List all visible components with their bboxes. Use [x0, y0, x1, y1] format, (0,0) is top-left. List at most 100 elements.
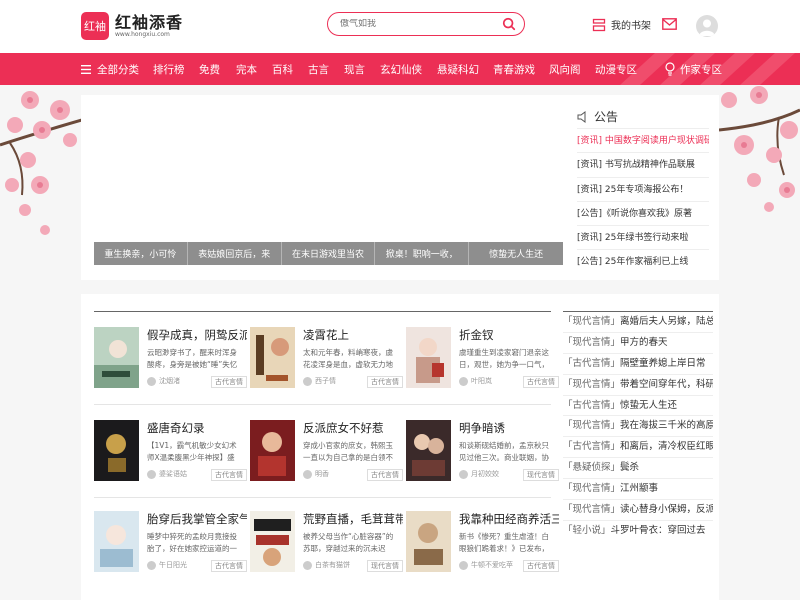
notice-item[interactable]: [资讯] 25年专项海报公布！	[577, 178, 709, 202]
book-genre-tag[interactable]: 古代言情	[523, 560, 559, 572]
rank-item[interactable]: 「现代言情」江州颛事	[563, 479, 713, 501]
book-cover[interactable]	[406, 327, 451, 388]
book-title[interactable]: 凌霄花上	[303, 327, 403, 343]
book-author[interactable]: 午日阳光	[159, 560, 187, 571]
book-cover[interactable]	[250, 511, 295, 572]
site-logo[interactable]: 红袖 红袖添香 www.hongxiu.com	[81, 12, 183, 40]
rank-item[interactable]: 「轻小说」斗罗叶骨衣：穿回过去	[563, 521, 713, 542]
notice-item[interactable]: [资讯] 书写抗战精神作品联展	[577, 153, 709, 178]
mail-icon[interactable]	[662, 18, 677, 30]
book-genre-tag[interactable]: 古代言情	[523, 376, 559, 388]
book-genre-tag[interactable]: 古代言情	[211, 560, 247, 572]
notice-panel: 公告 [资讯] 中国数字阅读用户现状调研 [资讯] 书写抗战精神作品联展 [资讯…	[577, 105, 709, 275]
book-desc: 【1V1，霸气机敏少女幻术师X温柔腹黑少年神探】盛	[147, 441, 237, 462]
book-cover[interactable]	[406, 511, 451, 572]
book-genre-tag[interactable]: 古代言情	[211, 376, 247, 388]
book-genre-tag[interactable]: 古代言情	[367, 376, 403, 388]
book-title[interactable]: 盛唐奇幻录	[147, 420, 247, 436]
book-cover[interactable]	[94, 420, 139, 481]
book-card[interactable]: 我靠种田经商养活三 新书《惨死？重生虐渣！白眼狼们跪着求！》已发布， 牛顿不爱吃…	[406, 511, 559, 591]
book-card[interactable]: 荒野直播，毛茸茸带 被养父母当作“心脏容器”的苏耶，穿越过来的沉未迟 白茶有猫饼…	[250, 511, 403, 591]
notice-item[interactable]: [公告]《听说你喜欢我》原著	[577, 202, 709, 227]
book-title[interactable]: 胎穿后我掌管全家气	[147, 511, 247, 527]
book-author[interactable]: 牛顿不爱吃苹	[471, 560, 513, 571]
rank-item[interactable]: 「古代言情」惊蛰无人生还	[563, 396, 713, 417]
book-author[interactable]: 婆娑语姑	[159, 469, 187, 480]
rank-item[interactable]: 「现代言情」甲方的春天	[563, 333, 713, 354]
nav-free[interactable]: 免费	[199, 62, 236, 77]
rank-item[interactable]: 「现代言情」离婚后夫人另嫁，陆总	[563, 312, 713, 333]
book-card[interactable]: 折金钗 虞瑾重生到凌家窘门退亲这日，观世，她为争一口气， 叶阳岚 古代言情	[406, 327, 559, 407]
slide-title[interactable]: 在末日游戏里当农	[281, 242, 376, 265]
book-cover[interactable]	[94, 327, 139, 388]
book-title[interactable]: 我靠种田经商养活三	[459, 511, 559, 527]
book-author[interactable]: 月初姣姣	[471, 469, 499, 480]
book-desc: 和谈斯砚结婚前，孟京秋只见过他三次。商业联姻，协	[459, 441, 549, 462]
nav-modern-romance[interactable]: 现言	[344, 62, 380, 77]
book-author[interactable]: 沈烟渚	[159, 376, 180, 387]
rank-item[interactable]: 「古代言情」隔壁童养媳上岸日常	[563, 354, 713, 375]
book-author[interactable]: 西子情	[315, 376, 336, 387]
book-card[interactable]: 盛唐奇幻录 【1V1，霸气机敏少女幻术师X温柔腹黑少年神探】盛 婆娑语姑 古代言…	[94, 420, 247, 500]
slide-title[interactable]: 表姑娘回京后，来	[187, 242, 282, 265]
notice-item[interactable]: [资讯] 中国数字阅读用户现状调研	[577, 129, 709, 154]
rank-item[interactable]: 「现代言情」读心替身小保姆，反派	[563, 500, 713, 521]
nav-wiki[interactable]: 百科	[272, 62, 308, 77]
book-title[interactable]: 明争暗诱	[459, 420, 559, 436]
author-icon	[147, 470, 156, 479]
header: 红袖 红袖添香 www.hongxiu.com 我的书架	[0, 0, 800, 53]
book-cover[interactable]	[250, 327, 295, 388]
book-title[interactable]: 反派庶女不好惹	[303, 420, 403, 436]
author-icon	[147, 377, 156, 386]
book-title[interactable]: 折金钗	[459, 327, 559, 343]
book-card[interactable]: 假孕成真，阴鸷反派 云昭渺穿书了，醒来时浑身酸疼，身旁是被她“睡”失忆 沈烟渚 …	[94, 327, 247, 407]
author-zone-link[interactable]: 作家专区	[664, 53, 722, 85]
book-card[interactable]: 反派庶女不好惹 穿成小官家的庶女，韩熙玉一直以为自己拿的是白领不 明香 古代言情	[250, 420, 403, 500]
author-icon	[147, 561, 156, 570]
user-icon	[699, 19, 715, 36]
nav-fengxiang[interactable]: 风向阁	[549, 62, 595, 77]
nav-mystery-scifi[interactable]: 悬疑科幻	[437, 62, 493, 77]
rank-item[interactable]: 「悬疑侦探」鬓杀	[563, 458, 713, 480]
nav-rankings[interactable]: 排行榜	[153, 62, 199, 77]
rank-item[interactable]: 「现代言情」我在海拔三千米的高原	[563, 416, 713, 438]
book-author[interactable]: 叶阳岚	[471, 376, 492, 387]
book-genre-tag[interactable]: 古代言情	[367, 469, 403, 481]
rank-item[interactable]: 「古代言情」和离后，清冷权臣红眼	[563, 437, 713, 459]
notice-item[interactable]: [资讯] 25年绿书签行动来啦	[577, 226, 709, 251]
notice-item[interactable]: [公告] 25年作家福利已上线	[577, 250, 709, 274]
book-desc: 新书《惨死？重生虐渣！白眼狼们跪着求！》已发布，	[459, 532, 549, 553]
book-title[interactable]: 假孕成真，阴鸷反派	[147, 327, 247, 343]
search-icon[interactable]	[502, 17, 516, 31]
book-genre-tag[interactable]: 现代言情	[367, 560, 403, 572]
ranking-list: 「现代言情」离婚后夫人另嫁，陆总 「现代言情」甲方的春天 「古代言情」隔壁童养媳…	[563, 311, 713, 542]
nav-anime[interactable]: 动漫专区	[595, 62, 651, 77]
slide-title[interactable]: 重生换亲，小可怜	[94, 242, 188, 265]
slide-title[interactable]: 掀桌！职响一收，	[375, 242, 470, 265]
main-nav: 全部分类 排行榜 免费 完本 百科 古言 现言 玄幻仙侠 悬疑科幻 青春游戏 风…	[0, 53, 800, 85]
book-author[interactable]: 白茶有猫饼	[315, 560, 350, 571]
search-input[interactable]	[340, 19, 500, 29]
book-genre-tag[interactable]: 古代言情	[211, 469, 247, 481]
bookshelf-icon	[592, 18, 606, 31]
nav-all-categories[interactable]: 全部分类	[81, 62, 153, 77]
slide-title[interactable]: 惊蛰无人生还	[469, 242, 563, 265]
book-cover[interactable]	[250, 420, 295, 481]
bookshelf-link[interactable]: 我的书架	[592, 17, 651, 32]
book-cover[interactable]	[406, 420, 451, 481]
nav-ancient-romance[interactable]: 古言	[308, 62, 344, 77]
rank-item[interactable]: 「现代言情」带着空间穿年代，科研	[563, 375, 713, 396]
nav-fantasy[interactable]: 玄幻仙侠	[380, 62, 437, 77]
nav-completed[interactable]: 完本	[236, 62, 272, 77]
book-card[interactable]: 凌霄花上 太和元年春，料峭寒夜，虞花凌浑身是血，虚软无力地 西子情 古代言情	[250, 327, 403, 407]
book-cover[interactable]	[94, 511, 139, 572]
book-desc: 云昭渺穿书了，醒来时浑身酸疼，身旁是被她“睡”失忆	[147, 348, 238, 369]
banner-carousel[interactable]: 重生换亲，小可怜 表姑娘回京后，来 在末日游戏里当农 掀桌！职响一收， 惊蛰无人…	[94, 95, 563, 265]
book-title[interactable]: 荒野直播，毛茸茸带	[303, 511, 403, 527]
book-author[interactable]: 明香	[315, 469, 329, 480]
nav-youth-games[interactable]: 青春游戏	[493, 62, 549, 77]
book-genre-tag[interactable]: 现代言情	[523, 469, 559, 481]
avatar[interactable]	[696, 15, 718, 37]
book-card[interactable]: 胎穿后我掌管全家气 睡梦中猝死的孟皎月竟接投胎了，好在她家控运道的一 午日阳光 …	[94, 511, 247, 591]
book-card[interactable]: 明争暗诱 和谈斯砚结婚前，孟京秋只见过他三次。商业联姻，协 月初姣姣 现代言情	[406, 420, 559, 500]
